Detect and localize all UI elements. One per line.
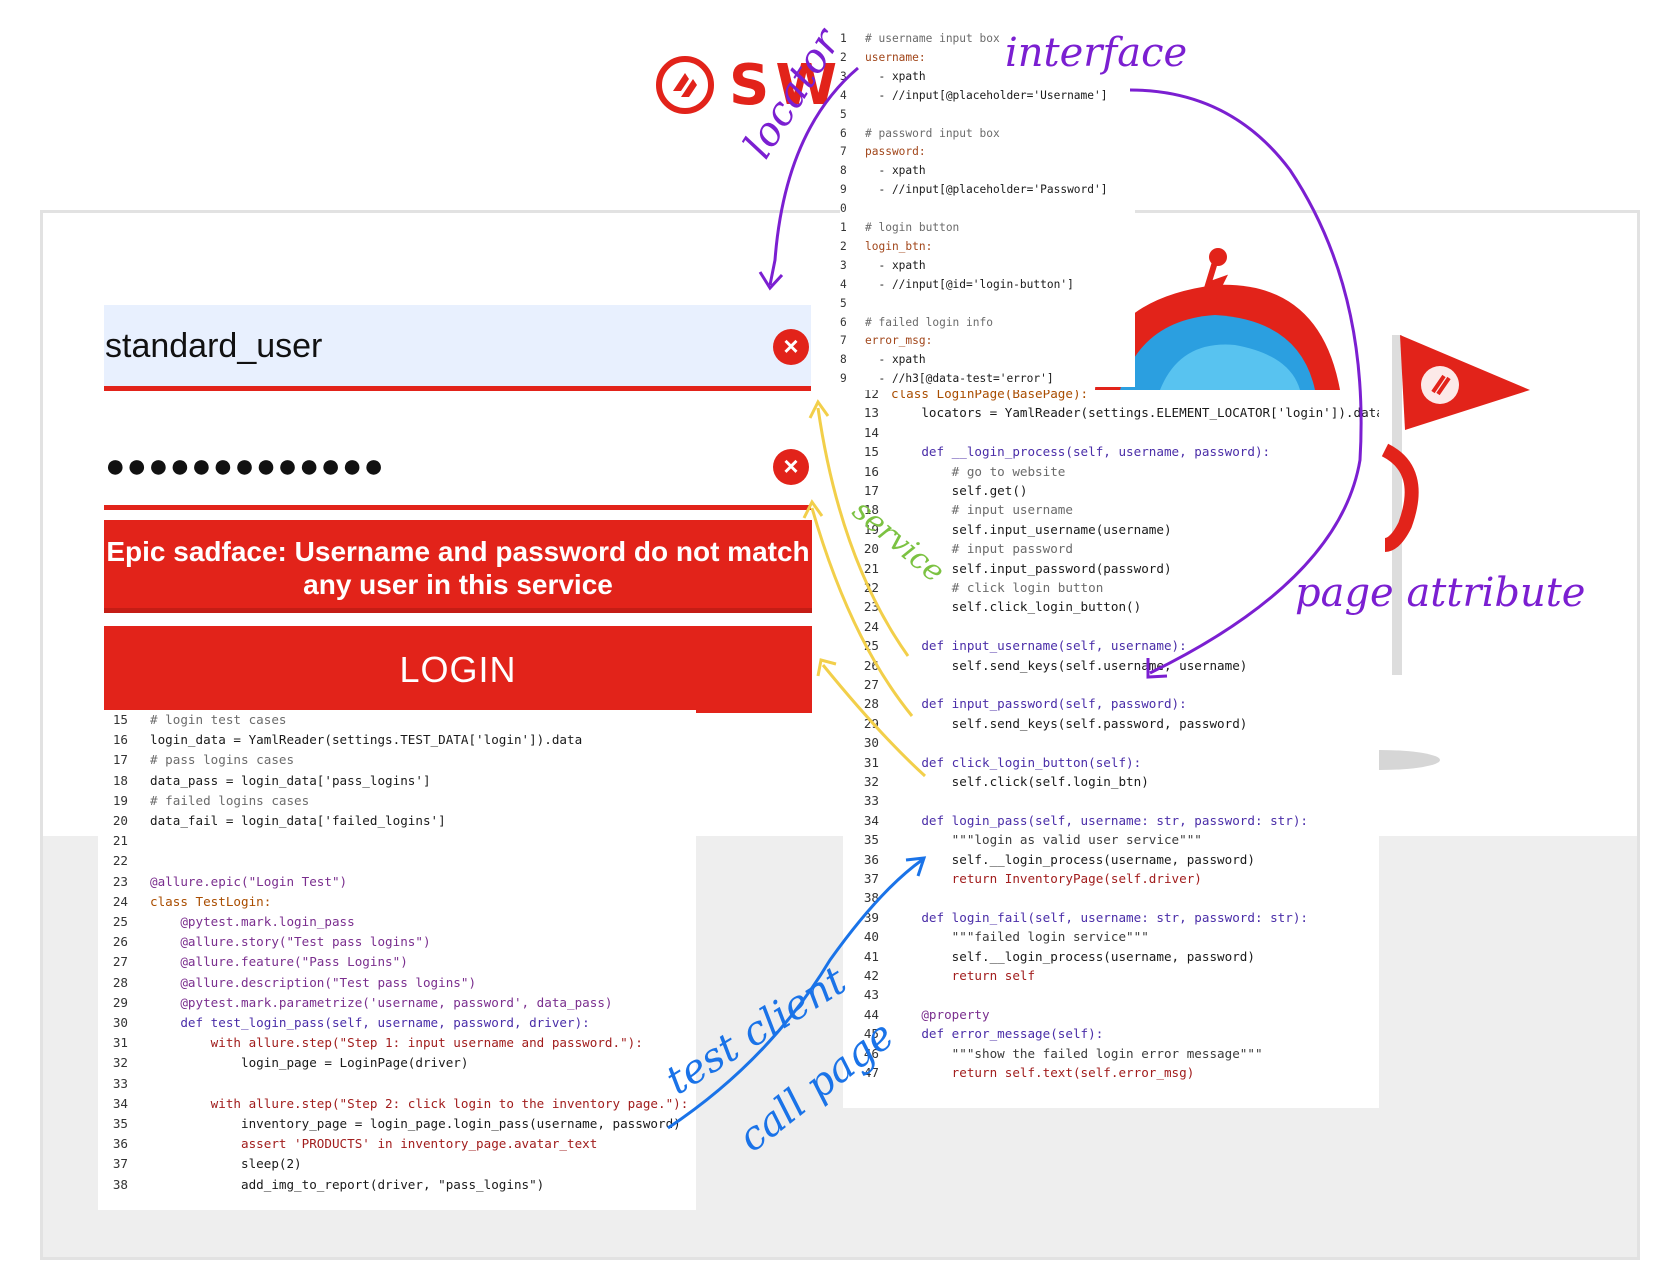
annotation-page-attribute: page attribute xyxy=(1295,570,1586,616)
annotation-interface: interface xyxy=(1005,30,1188,76)
